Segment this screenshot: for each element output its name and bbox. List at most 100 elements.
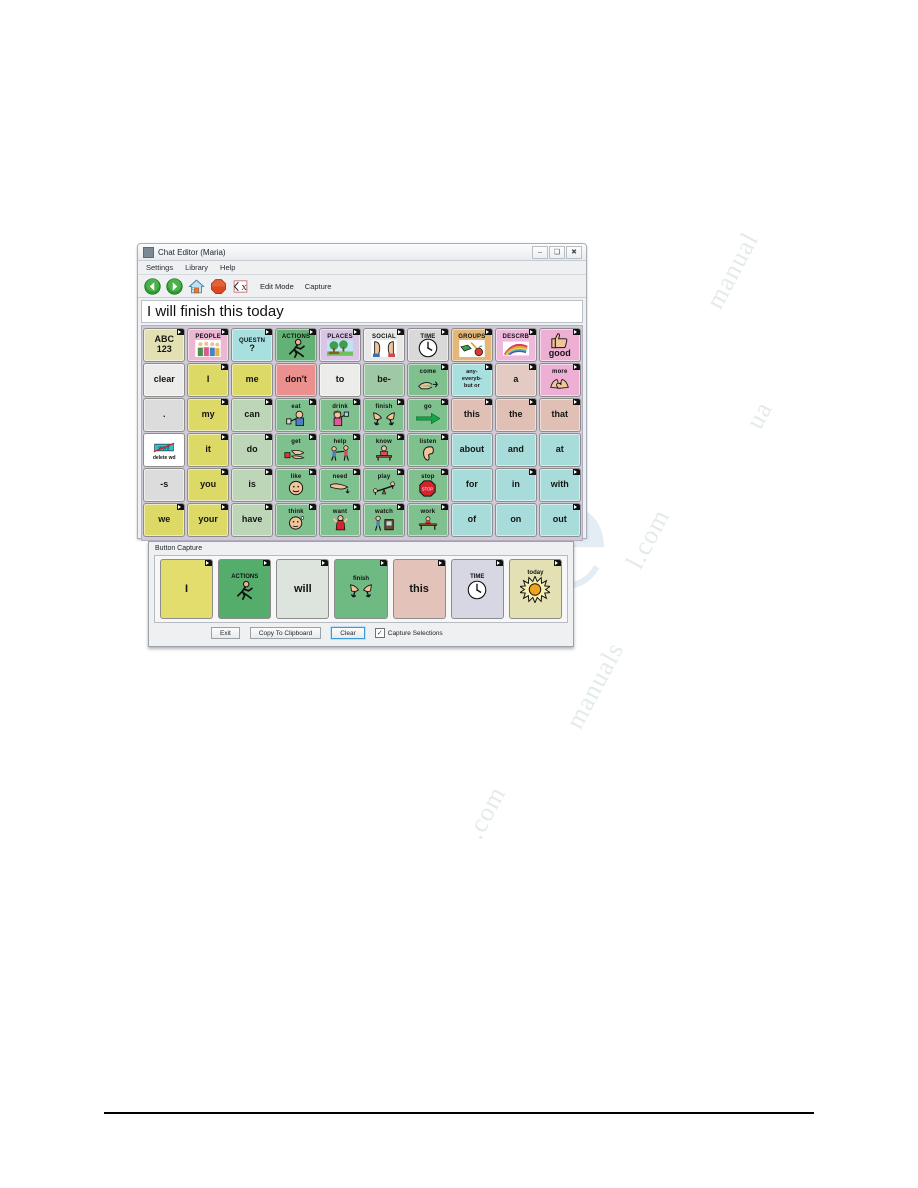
grid-button-is[interactable]: is: [230, 468, 274, 502]
hand-icon: [416, 375, 439, 392]
grid-button-come[interactable]: come: [406, 363, 450, 397]
button-label: to: [335, 374, 345, 385]
menu-item-library[interactable]: Library: [185, 263, 208, 272]
grid-button-think[interactable]: think: [274, 503, 318, 537]
grid-button-time[interactable]: TIME: [406, 328, 450, 362]
grid-button-don-t[interactable]: don't: [274, 363, 318, 397]
toolbar-label-capture[interactable]: Capture: [305, 282, 332, 291]
grid-button-and[interactable]: and: [494, 433, 538, 467]
grid-button-good[interactable]: good: [538, 328, 581, 362]
grid-button-button[interactable]: QUESTN?: [230, 328, 274, 362]
grid-button-button[interactable]: .: [143, 398, 186, 432]
stop-icon[interactable]: [210, 278, 227, 295]
link-corner-icon: [221, 434, 229, 440]
grid-button-play[interactable]: play: [362, 468, 406, 502]
grid-button-you[interactable]: you: [186, 468, 230, 502]
grid-button-me[interactable]: me: [230, 363, 274, 397]
grid-button-listen[interactable]: listen: [406, 433, 450, 467]
grid-button-it[interactable]: it: [186, 433, 230, 467]
grid-button-in[interactable]: in: [494, 468, 538, 502]
link-corner-icon: [397, 434, 405, 440]
grid-button-with[interactable]: with: [538, 468, 581, 502]
captured-button-i[interactable]: I: [160, 559, 214, 619]
grid-button-delete-wd[interactable]: word delete wd: [143, 433, 186, 467]
grid-button-on[interactable]: on: [494, 503, 538, 537]
grid-button-get[interactable]: get: [274, 433, 318, 467]
grid-button-a[interactable]: a: [494, 363, 538, 397]
grid-button-watch[interactable]: watch: [362, 503, 406, 537]
grid-button-do[interactable]: do: [230, 433, 274, 467]
person-desk-icon: [373, 445, 395, 462]
grid-button-can[interactable]: can: [230, 398, 274, 432]
grid-button-like[interactable]: like: [274, 468, 318, 502]
grid-button-the[interactable]: the: [494, 398, 538, 432]
maximize-button[interactable]: ❑: [549, 245, 565, 259]
capture-selections-checkbox[interactable]: ✓: [374, 628, 385, 638]
grid-button-want[interactable]: want: [318, 503, 362, 537]
grid-button-social[interactable]: SOCIAL: [362, 328, 406, 362]
grid-button-know[interactable]: know: [362, 433, 406, 467]
capture-selections-label: Capture Selections: [387, 629, 443, 637]
captured-button-will[interactable]: will: [276, 559, 330, 619]
grid-button-finish[interactable]: finish: [362, 398, 406, 432]
grid-button-help[interactable]: help: [318, 433, 362, 467]
grid-button-to[interactable]: to: [318, 363, 362, 397]
grid-button-be[interactable]: be-: [362, 363, 406, 397]
grid-button-descrb[interactable]: DESCRB: [494, 328, 538, 362]
grid-button-i[interactable]: I: [186, 363, 230, 397]
grid-button-your[interactable]: your: [186, 503, 230, 537]
grid-button-actions[interactable]: ACTIONS: [274, 328, 318, 362]
captured-button-actions[interactable]: ACTIONS: [218, 559, 272, 619]
message-window[interactable]: I will finish this today: [141, 300, 583, 323]
grid-button-work[interactable]: work: [406, 503, 450, 537]
copy-to-clipboard-button[interactable]: Copy To Clipboard: [249, 627, 322, 639]
svg-text:X: X: [241, 283, 247, 292]
captured-button-finish[interactable]: finish: [334, 559, 388, 619]
grid-button-drink[interactable]: drink: [318, 398, 362, 432]
grid-button-of[interactable]: of: [450, 503, 494, 537]
grid-button-need[interactable]: need: [318, 468, 362, 502]
grid-button-about[interactable]: about: [450, 433, 494, 467]
grid-button-eat[interactable]: eat: [274, 398, 318, 432]
grid-button-s[interactable]: -s: [143, 468, 186, 502]
clear-display-icon[interactable]: X: [232, 278, 249, 295]
grid-button-this[interactable]: this: [450, 398, 494, 432]
capture-selections-checkbox-wrap[interactable]: ✓ Capture Selections: [374, 628, 443, 638]
back-arrow-icon[interactable]: [144, 277, 161, 295]
grid-button-any-everyb-but-or[interactable]: any-everyb-but or: [450, 363, 494, 397]
toolbar-label-edit-mode[interactable]: Edit Mode: [260, 282, 294, 291]
grid-button-have[interactable]: have: [230, 503, 274, 537]
grid-button-that[interactable]: that: [538, 398, 581, 432]
sun-icon: [519, 575, 552, 608]
window-titlebar[interactable]: Chat Editor (Maria) – ❑ ✖: [138, 244, 586, 261]
grid-button-out[interactable]: out: [538, 503, 581, 537]
link-corner-icon: [321, 560, 329, 566]
grid-button-places[interactable]: PLACES: [318, 328, 362, 362]
link-corner-icon: [265, 329, 273, 335]
exit-button[interactable]: Exit: [211, 627, 240, 639]
grid-button-abc[interactable]: ABC 123: [143, 328, 186, 362]
grid-button-stop[interactable]: stop STOP: [406, 468, 450, 502]
captured-button-time[interactable]: TIME: [450, 559, 504, 619]
captured-button-this[interactable]: this: [392, 559, 446, 619]
forward-arrow-icon[interactable]: [166, 277, 183, 295]
grid-button-go[interactable]: go: [406, 398, 450, 432]
grid-button-my[interactable]: my: [186, 398, 230, 432]
link-corner-icon: [441, 434, 449, 440]
clear-button[interactable]: Clear: [331, 627, 365, 639]
grid-button-at[interactable]: at: [538, 433, 581, 467]
captured-button-today[interactable]: today: [508, 559, 562, 619]
grid-button-groups[interactable]: GROUPS: [450, 328, 494, 362]
grid-button-more[interactable]: more: [538, 363, 581, 397]
wanting-person-icon: [331, 515, 350, 532]
grid-button-clear[interactable]: clear: [143, 363, 186, 397]
minimize-button[interactable]: –: [532, 245, 548, 259]
close-button[interactable]: ✖: [566, 245, 582, 259]
grid-button-we[interactable]: we: [143, 503, 186, 537]
grid-button-for[interactable]: for: [450, 468, 494, 502]
menu-item-settings[interactable]: Settings: [146, 263, 173, 272]
home-icon[interactable]: [188, 278, 205, 295]
grid-button-people[interactable]: PEOPLE: [186, 328, 230, 362]
menu-item-help[interactable]: Help: [220, 263, 235, 272]
link-corner-icon: [353, 504, 361, 510]
